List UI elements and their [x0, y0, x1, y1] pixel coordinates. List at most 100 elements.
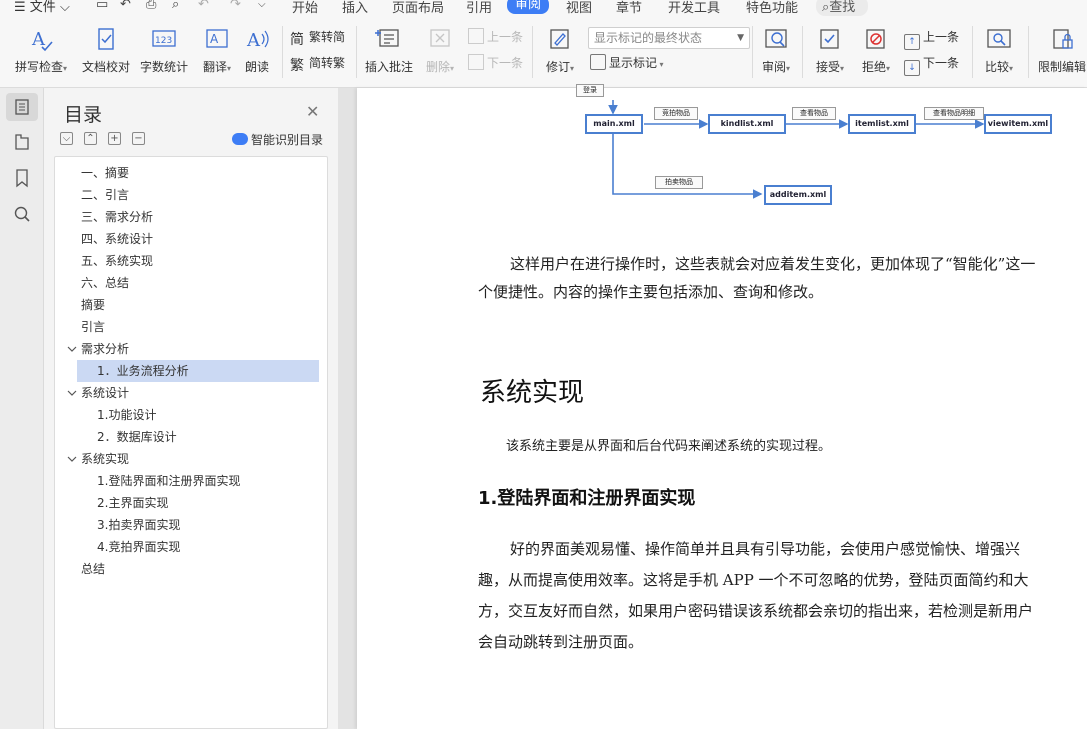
toc-item[interactable]: 五、系统实现 — [81, 250, 319, 272]
translate-button[interactable]: A 翻译▾ — [196, 26, 238, 75]
close-icon[interactable]: ✕ — [306, 102, 319, 121]
toc-item[interactable]: 四、系统设计 — [81, 228, 319, 250]
save-icon[interactable]: ▭ — [96, 0, 108, 12]
simp-to-trad-button[interactable]: 繁简转繁 — [290, 54, 345, 74]
print-icon[interactable]: ⎙ — [146, 0, 156, 12]
toc-item[interactable]: 引言 — [81, 316, 319, 338]
expand-up-icon[interactable]: ⌃ — [84, 132, 97, 145]
undo-history-icon[interactable]: ↶ — [120, 0, 131, 12]
tab-references[interactable]: 引用 — [466, 0, 492, 16]
insert-comment-label: 插入批注 — [364, 60, 413, 74]
trad-to-simp-icon: 简 — [290, 32, 304, 48]
toc-item[interactable]: 1.登陆界面和注册界面实现 — [77, 470, 319, 492]
tab-view[interactable]: 视图 — [566, 0, 592, 16]
flow-node-main: main.xml — [585, 114, 643, 134]
toc-item[interactable]: 需求分析 — [81, 338, 319, 360]
word-count-button[interactable]: 123 字数统计 — [138, 26, 190, 75]
toc-item[interactable]: 总结 — [81, 558, 319, 580]
add-heading-icon[interactable]: + — [108, 132, 121, 145]
toc-item[interactable]: 3.拍卖界面实现 — [77, 514, 319, 536]
tab-insert[interactable]: 插入 — [342, 0, 368, 16]
undo-icon[interactable]: ↶ — [198, 0, 209, 12]
chevron-down-icon[interactable] — [67, 382, 77, 404]
show-markup-button[interactable]: 显示标记 ▾ — [590, 54, 664, 72]
compare-button[interactable]: 比较▾ — [978, 26, 1020, 75]
restrict-editing-button[interactable]: 限制编辑 — [1034, 26, 1087, 75]
smart-toc-button[interactable]: 智能识别目录 — [232, 131, 323, 148]
toc-item[interactable]: 1．业务流程分析 — [77, 360, 319, 382]
toc-item[interactable]: 六、总结 — [81, 272, 319, 294]
subsection-heading: 1.登陆界面和注册界面实现 — [478, 488, 696, 509]
reject-button[interactable]: 拒绝▾ — [856, 26, 896, 75]
toc-item-label: 摘要 — [81, 298, 106, 312]
tab-review[interactable]: 审阅 — [507, 0, 550, 14]
tab-special-features[interactable]: 特色功能 — [746, 0, 798, 16]
dropdown-arrow-icon: ▼ — [737, 33, 744, 43]
search-button[interactable]: ⌕查找 — [816, 0, 868, 16]
collapse-all-icon[interactable]: ⌵ — [60, 132, 73, 145]
toc-pane-button[interactable] — [6, 93, 38, 121]
remove-heading-icon[interactable]: − — [132, 132, 145, 145]
spell-check-label: 拼写检查 — [14, 60, 63, 74]
ribbon-divider — [972, 26, 973, 78]
quick-access-more-icon[interactable]: ⌵ — [258, 0, 266, 10]
delete-comment-button[interactable]: 删除▾ — [420, 26, 460, 75]
chevron-down-icon: ⌵ — [59, 0, 70, 15]
read-aloud-button[interactable]: A 朗读 — [240, 26, 274, 75]
reject-label: 拒绝 — [861, 60, 886, 74]
next-comment-button[interactable]: 下一条 — [468, 54, 523, 72]
redo-icon[interactable]: ↷ — [230, 0, 241, 12]
tab-chapter[interactable]: 章节 — [616, 0, 642, 16]
toc-item-label: 总结 — [81, 562, 106, 576]
toc-item[interactable]: 摘要 — [81, 294, 319, 316]
toc-item[interactable]: 系统实现 — [81, 448, 319, 470]
toc-item[interactable]: 三、需求分析 — [81, 206, 319, 228]
bookmark-button[interactable] — [6, 164, 38, 192]
prev-change-button[interactable]: ↑ 上一条 — [904, 28, 959, 50]
spell-check-button[interactable]: A 拼写检查▾ — [10, 26, 72, 75]
trad-to-simp-button[interactable]: 简繁转简 — [290, 28, 345, 48]
toc-item[interactable]: 系统设计 — [81, 382, 319, 404]
prev-comment-label: 上一条 — [487, 30, 524, 44]
toc-title: 目录 — [64, 104, 103, 126]
toc-item[interactable]: 二、引言 — [81, 184, 319, 206]
left-nav-rail — [0, 88, 44, 729]
track-changes-button[interactable]: 修订▾ — [538, 26, 582, 75]
toc-item-label: 需求分析 — [81, 342, 130, 356]
markup-state-dropdown[interactable]: 显示标记的最终状态 ▼ — [588, 27, 750, 49]
find-button[interactable] — [6, 200, 38, 228]
print-preview-icon[interactable]: ⌕ — [172, 0, 179, 12]
doc-proofread-button[interactable]: 文档校对 — [80, 26, 132, 75]
insert-comment-button[interactable]: 插入批注 — [362, 26, 416, 75]
toc-item[interactable]: 一、摘要 — [81, 162, 319, 184]
toc-item-label: 4.竞拍界面实现 — [97, 540, 181, 554]
toc-item[interactable]: 1.功能设计 — [77, 404, 319, 426]
toc-item[interactable]: 2.主界面实现 — [77, 492, 319, 514]
next-change-button[interactable]: ↓ 下一条 — [904, 54, 959, 76]
toc-item-label: 三、需求分析 — [81, 210, 154, 224]
lock-icon — [1053, 29, 1073, 49]
tab-page-layout[interactable]: 页面布局 — [392, 0, 444, 16]
accept-button[interactable]: 接受▾ — [810, 26, 850, 75]
ribbon-divider — [802, 26, 803, 78]
flow-label-auction: 拍卖物品 — [655, 176, 703, 189]
doc-proofread-label: 文档校对 — [81, 60, 130, 74]
file-menu[interactable]: ☰ 文件 ⌵ — [14, 0, 70, 15]
delete-comment-icon — [430, 29, 450, 47]
prev-comment-button[interactable]: 上一条 — [468, 28, 523, 46]
ribbon-divider — [1028, 26, 1029, 78]
compare-icon — [987, 29, 1011, 48]
svg-text:123: 123 — [155, 36, 172, 46]
show-markup-icon — [590, 54, 606, 70]
toc-item[interactable]: 2．数据库设计 — [77, 426, 319, 448]
chevron-down-icon[interactable] — [67, 338, 77, 360]
chapter-nav-button[interactable] — [6, 128, 38, 156]
toc-item[interactable]: 4.竞拍界面实现 — [77, 536, 319, 558]
tab-start[interactable]: 开始 — [292, 0, 318, 16]
review-pane-button[interactable]: 审阅▾ — [756, 26, 796, 75]
chevron-down-icon[interactable] — [67, 448, 77, 470]
body-paragraph: 该系统主要是从界面和后台代码来阐述系统的实现过程。 — [506, 439, 832, 454]
tab-developer[interactable]: 开发工具 — [668, 0, 720, 16]
ribbon-divider — [356, 26, 357, 78]
flow-label-bid: 竞拍物品 — [654, 107, 698, 120]
